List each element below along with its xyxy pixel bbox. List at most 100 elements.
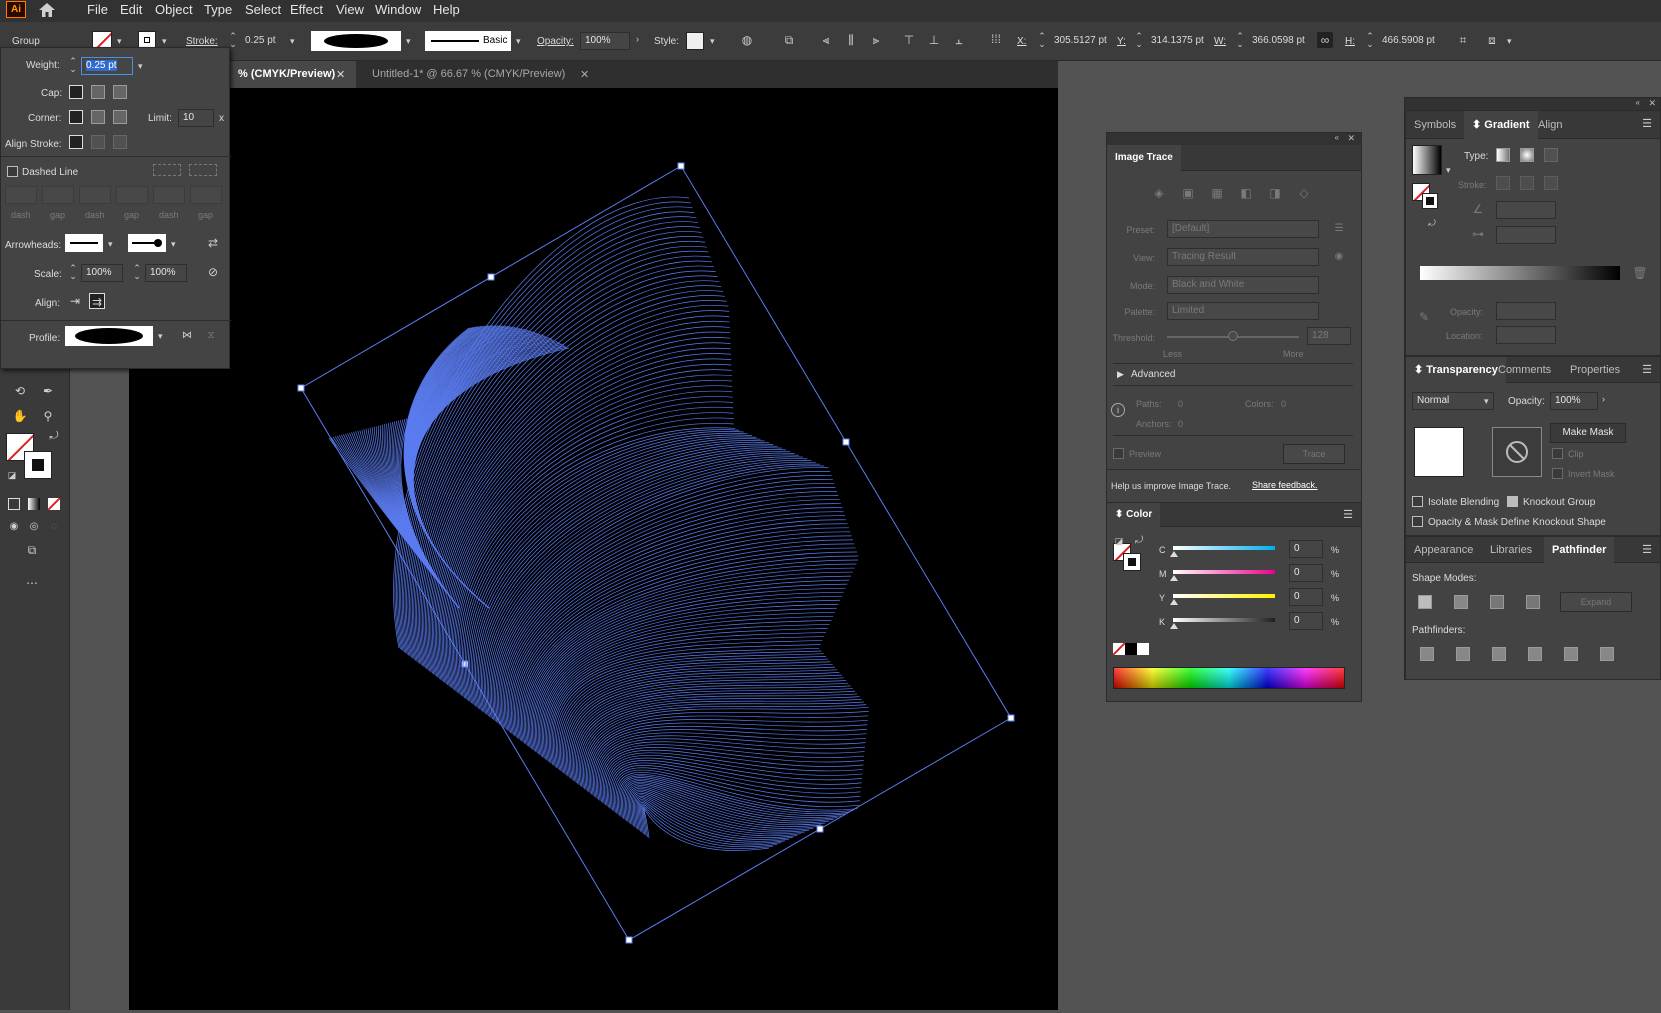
preview-checkbox[interactable] xyxy=(1113,448,1124,459)
chevron-down-icon[interactable]: ▾ xyxy=(108,240,116,249)
preset-select[interactable]: [Default] xyxy=(1167,220,1319,238)
tab-document-2[interactable]: Untitled-1* @ 66.67 % (CMYK/Preview) xyxy=(362,61,594,88)
invert-mask-checkbox[interactable] xyxy=(1552,468,1563,479)
align-vcenter-icon[interactable]: ⊥ xyxy=(926,32,942,48)
limit-input[interactable]: 10 xyxy=(178,109,214,127)
gradient-preview-swatch[interactable] xyxy=(1412,145,1442,175)
exclude-icon[interactable] xyxy=(1526,595,1540,609)
resize-handle[interactable] xyxy=(816,825,824,833)
arrange-icon[interactable]: ⧈ xyxy=(1484,32,1500,48)
mode-select[interactable]: Black and White xyxy=(1167,276,1319,294)
black-white-icon[interactable]: ◨ xyxy=(1267,185,1283,201)
menu-file[interactable]: File xyxy=(87,2,108,17)
resize-handle[interactable] xyxy=(842,438,850,446)
tab-symbols[interactable]: Symbols xyxy=(1406,111,1464,139)
crop-icon[interactable] xyxy=(1528,647,1542,661)
threshold-thumb[interactable] xyxy=(1228,331,1238,341)
advanced-expand-icon[interactable]: ▶ xyxy=(1117,369,1124,380)
collapse-icon[interactable]: « xyxy=(1335,133,1339,142)
m-slider-thumb[interactable] xyxy=(1170,575,1178,581)
start-scale-input[interactable]: 100% xyxy=(81,264,123,282)
stepper-icon[interactable]: ⌃ ⌄ xyxy=(129,264,145,281)
swap-arrowheads-icon[interactable]: ⇄ xyxy=(205,235,221,251)
linear-gradient-icon[interactable] xyxy=(1496,148,1510,162)
trim-icon[interactable] xyxy=(1456,647,1470,661)
y-input[interactable]: 0 xyxy=(1289,588,1323,606)
k-slider-thumb[interactable] xyxy=(1170,623,1178,629)
stroke-across-icon[interactable] xyxy=(1544,176,1558,190)
close-icon[interactable]: ✕ xyxy=(580,68,589,81)
k-input[interactable]: 0 xyxy=(1289,612,1323,630)
stepper-icon[interactable]: ⌃ ⌄ xyxy=(65,57,81,74)
outline-icon[interactable] xyxy=(1564,647,1578,661)
gradient-mode-button[interactable] xyxy=(28,498,40,510)
object-thumbnail[interactable] xyxy=(1414,427,1464,477)
dash-3-input[interactable] xyxy=(153,186,185,204)
none-mode-button[interactable] xyxy=(48,498,60,510)
tab-appearance[interactable]: Appearance xyxy=(1406,537,1481,563)
photo-icon[interactable]: ▣ xyxy=(1180,185,1196,201)
close-icon[interactable]: ✕ xyxy=(336,68,345,81)
stepper-icon[interactable]: ⌃ ⌄ xyxy=(225,32,241,49)
chevron-down-icon[interactable]: ▾ xyxy=(1446,166,1454,175)
menu-edit[interactable]: Edit xyxy=(120,2,142,17)
panel-menu-icon[interactable]: ☰ xyxy=(1642,363,1652,376)
isolate-blending-checkbox[interactable] xyxy=(1412,496,1423,507)
opacity-input[interactable]: 100% xyxy=(1550,392,1598,410)
stroke-swatch[interactable] xyxy=(1123,553,1141,571)
opacity-input[interactable]: 100% xyxy=(580,32,630,50)
swap-icon[interactable]: ⤾ xyxy=(46,428,62,444)
gradient-slider[interactable] xyxy=(1420,266,1620,280)
eyedropper-icon[interactable]: ✎ xyxy=(1416,309,1432,325)
zoom-tool-icon[interactable]: ⚲ xyxy=(40,408,56,424)
miter-join-icon[interactable] xyxy=(69,110,83,124)
advanced-label[interactable]: Advanced xyxy=(1131,369,1175,380)
chevron-down-icon[interactable]: ▾ xyxy=(290,37,298,46)
c-input[interactable]: 0 xyxy=(1289,540,1323,558)
dash-1-input[interactable] xyxy=(5,186,37,204)
arrow-extend-icon[interactable]: ⇥ xyxy=(67,293,83,309)
preset-menu-icon[interactable]: ☰ xyxy=(1331,221,1347,237)
chevron-down-icon[interactable]: ▾ xyxy=(162,37,170,46)
dash-2-input[interactable] xyxy=(79,186,111,204)
none-swatch[interactable] xyxy=(1113,643,1125,655)
c-slider-thumb[interactable] xyxy=(1170,551,1178,557)
align-right-icon[interactable]: ⫸ xyxy=(868,32,884,48)
brush-definition[interactable]: Basic xyxy=(425,31,511,51)
intersect-icon[interactable] xyxy=(1490,595,1504,609)
align-outside-stroke-icon[interactable] xyxy=(113,135,127,149)
draw-normal-icon[interactable]: ◉ xyxy=(6,519,22,535)
freeform-gradient-icon[interactable] xyxy=(1544,148,1558,162)
default-fill-stroke-icon[interactable]: ◪ xyxy=(1111,533,1127,549)
align-hcenter-icon[interactable]: ⫼ xyxy=(843,32,859,48)
align-bottom-icon[interactable]: ⫠ xyxy=(951,32,967,48)
blend-mode-select[interactable]: Normal xyxy=(1412,392,1494,410)
bevel-join-icon[interactable] xyxy=(113,110,127,124)
menu-view[interactable]: View xyxy=(336,2,364,17)
divide-icon[interactable] xyxy=(1420,647,1434,661)
hand-tool-icon[interactable]: ✋ xyxy=(12,408,28,424)
color-spectrum[interactable] xyxy=(1113,667,1345,689)
style-swatch[interactable] xyxy=(686,32,704,50)
unlink-scale-icon[interactable]: ⊘ xyxy=(205,264,221,280)
outline-icon[interactable]: ◇ xyxy=(1296,185,1312,201)
butterfly-wing-artwork[interactable] xyxy=(129,88,1058,1010)
variable-width-profile[interactable] xyxy=(311,31,401,51)
stroke-weight-value[interactable]: 0.25 pt xyxy=(245,35,276,46)
draw-inside-icon[interactable]: ◌ xyxy=(46,519,62,535)
tab-align[interactable]: Align xyxy=(1530,111,1570,139)
artboard[interactable] xyxy=(129,88,1058,1010)
color-mode-button[interactable] xyxy=(8,498,20,510)
tab-color[interactable]: ⬍ Color xyxy=(1107,503,1161,527)
opacity-mask-checkbox[interactable] xyxy=(1412,516,1423,527)
align-inside-stroke-icon[interactable] xyxy=(91,135,105,149)
panel-menu-icon[interactable]: ☰ xyxy=(1642,117,1652,130)
round-cap-icon[interactable] xyxy=(91,85,105,99)
flip-along-icon[interactable]: ⋈ xyxy=(179,328,195,344)
y-value[interactable]: 314.1375 pt xyxy=(1151,35,1204,46)
stroke-swatch[interactable] xyxy=(1422,193,1438,209)
unite-icon[interactable] xyxy=(1418,595,1432,609)
gap-1-input[interactable] xyxy=(42,186,74,204)
x-value[interactable]: 305.5127 pt xyxy=(1054,35,1107,46)
make-mask-button[interactable]: Make Mask xyxy=(1550,423,1626,443)
